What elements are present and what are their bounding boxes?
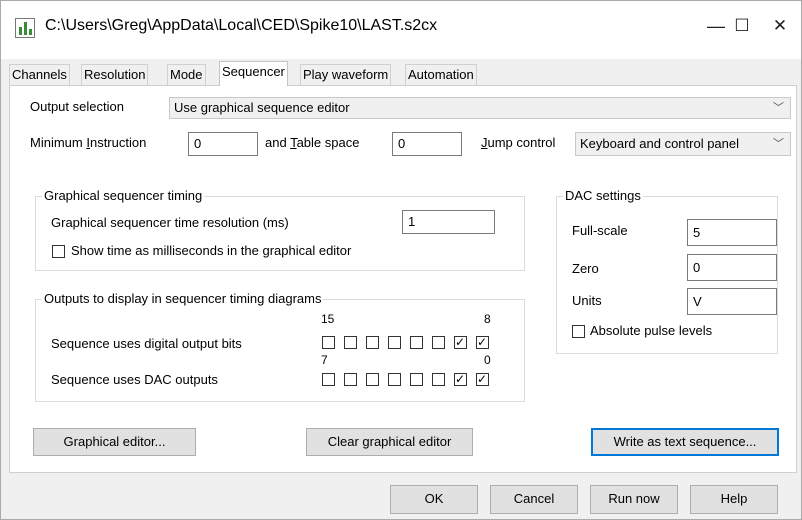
graphical-editor-button[interactable]: Graphical editor... (33, 428, 196, 456)
units-input[interactable]: V (687, 288, 777, 315)
dac-settings-title: DAC settings (563, 188, 643, 203)
title-bar: C:\Users\Greg\AppData\Local\CED\Spike10\… (1, 1, 801, 59)
write-text-sequence-button[interactable]: Write as text sequence... (591, 428, 779, 456)
digital-bit-checkbox[interactable] (366, 336, 379, 349)
close-button[interactable]: ✕ (765, 13, 795, 39)
min-instruction-label: Minimum Instruction (30, 135, 147, 150)
time-resolution-label: Graphical sequencer time resolution (ms) (51, 215, 289, 230)
output-selection-value: Use graphical sequence editor (174, 100, 350, 115)
digital-bit-checkbox[interactable] (432, 336, 445, 349)
time-resolution-input[interactable]: 1 (402, 210, 495, 234)
dac-bit-checkbox[interactable] (432, 373, 445, 386)
dac-outputs-label: Sequence uses DAC outputs (51, 372, 218, 387)
dac-high-bit: 7 (321, 353, 328, 367)
dac-bit-checkbox[interactable] (366, 373, 379, 386)
show-ms-checkbox[interactable] (52, 245, 65, 258)
digital-bits-checkboxes (322, 334, 502, 352)
table-space-label: and Table space (265, 135, 360, 150)
clear-graphical-editor-button[interactable]: Clear graphical editor (306, 428, 473, 456)
ok-button[interactable]: OK (390, 485, 478, 514)
cancel-button[interactable]: Cancel (490, 485, 578, 514)
dac-bit-checkbox[interactable] (410, 373, 423, 386)
outputs-group: Outputs to display in sequencer timing d… (35, 291, 525, 402)
help-button[interactable]: Help (690, 485, 778, 514)
app-icon (15, 18, 35, 38)
min-instruction-input[interactable]: 0 (188, 132, 258, 156)
zero-label: Zero (572, 261, 599, 276)
digital-bit-checkbox[interactable] (454, 334, 467, 350)
full-scale-input[interactable]: 5 (687, 219, 777, 246)
units-label: Units (572, 293, 602, 308)
dac-bit-checkbox[interactable] (344, 373, 357, 386)
tab-mode[interactable]: Mode (167, 64, 206, 85)
jump-control-label: Jump control (481, 135, 556, 150)
dac-outputs-checkboxes (322, 371, 502, 389)
chevron-down-icon: ﹀ (773, 138, 784, 150)
tab-play-waveform[interactable]: Play waveform (300, 64, 392, 85)
show-ms-label: Show time as milliseconds in the graphic… (71, 243, 352, 258)
dialog-window: C:\Users\Greg\AppData\Local\CED\Spike10\… (0, 0, 802, 520)
tab-strip: Channels Resolution Mode Sequencer Play … (9, 61, 797, 86)
tab-resolution[interactable]: Resolution (81, 64, 149, 85)
digital-bit-checkbox[interactable] (476, 334, 489, 350)
output-selection-label: Output selection (30, 99, 124, 114)
zero-input[interactable]: 0 (687, 254, 777, 281)
digital-bit-checkbox[interactable] (410, 336, 423, 349)
output-selection-dropdown[interactable]: Use graphical sequence editor ﹀ (169, 97, 791, 119)
dac-bit-checkbox[interactable] (454, 371, 467, 387)
absolute-pulse-label: Absolute pulse levels (590, 323, 713, 338)
timing-group-title: Graphical sequencer timing (42, 188, 205, 203)
absolute-pulse-checkbox[interactable] (572, 325, 585, 338)
chevron-down-icon: ﹀ (773, 102, 784, 114)
dac-bit-checkbox[interactable] (476, 371, 489, 387)
dac-settings-group: DAC settings Full-scale 5 Zero 0 Units V… (556, 188, 778, 354)
digital-bit-checkbox[interactable] (322, 336, 335, 349)
outputs-group-title: Outputs to display in sequencer timing d… (42, 291, 324, 306)
digital-bit-checkbox[interactable] (344, 336, 357, 349)
jump-control-dropdown[interactable]: Keyboard and control panel ﹀ (575, 132, 791, 156)
digital-bits-label: Sequence uses digital output bits (51, 336, 242, 351)
digital-high-bit: 15 (321, 312, 335, 326)
dac-bit-checkbox[interactable] (388, 373, 401, 386)
tab-automation[interactable]: Automation (405, 64, 477, 85)
maximize-button[interactable]: ☐ (727, 13, 757, 39)
timing-group: Graphical sequencer timing Graphical seq… (35, 188, 525, 271)
sequencer-panel: Output selection Use graphical sequence … (9, 85, 797, 473)
full-scale-label: Full-scale (572, 223, 628, 238)
tab-sequencer[interactable]: Sequencer (219, 61, 288, 86)
digital-bit-checkbox[interactable] (388, 336, 401, 349)
dac-bit-checkbox[interactable] (322, 373, 335, 386)
tab-channels[interactable]: Channels (9, 64, 70, 85)
window-title: C:\Users\Greg\AppData\Local\CED\Spike10\… (45, 17, 438, 34)
table-space-input[interactable]: 0 (392, 132, 462, 156)
jump-control-value: Keyboard and control panel (580, 136, 740, 151)
digital-low-bit: 8 (484, 312, 491, 326)
run-now-button[interactable]: Run now (590, 485, 678, 514)
dac-low-bit: 0 (484, 353, 491, 367)
